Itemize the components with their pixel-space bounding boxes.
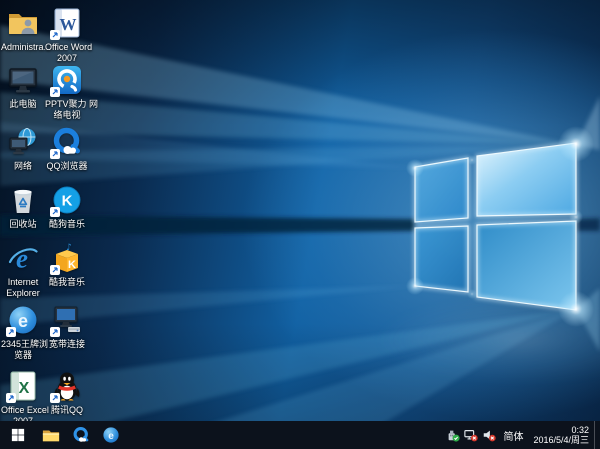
qq-browser-small-icon [72, 426, 90, 444]
input-method-indicator[interactable]: 简体 [503, 428, 523, 443]
desktop-icon-label: 酷我音乐 [45, 277, 89, 288]
desktop-icon-tencent-qq[interactable]: 腾讯QQ [45, 370, 89, 416]
svg-text:e: e [18, 311, 28, 331]
ie-icon: e [7, 242, 39, 274]
clock-date: 2016/5/4/周三 [533, 435, 589, 445]
desktop-icon-network[interactable]: 网络 [1, 126, 45, 172]
desktop-icon-qq-browser[interactable]: QQ浏览器 [45, 126, 89, 172]
desktop-icon-label: 宽带连接 [45, 339, 89, 350]
shortcut-arrow-badge [50, 30, 60, 40]
shortcut-arrow-badge [50, 265, 60, 275]
desktop-icon-area: Administra... W Office Word2007 此电脑PPTV聚力 网… [0, 0, 600, 421]
shortcut-arrow-badge [6, 393, 16, 403]
desktop-icon-label: QQ浏览器 [45, 161, 89, 172]
taskbar-button-qq-browser[interactable] [66, 421, 96, 449]
shortcut-arrow-badge [50, 149, 60, 159]
usb-safe-remove-icon[interactable] [445, 427, 461, 443]
desktop-icon-label: 酷狗音乐 [45, 219, 89, 230]
desktop-icon-label: 此电脑 [1, 99, 45, 110]
svg-text:K: K [68, 259, 76, 271]
taskbar-button-2345-browser[interactable]: e [96, 421, 126, 449]
recycle-bin-icon [7, 184, 39, 216]
desktop-icon-pptv[interactable]: PPTV聚力 网络电视 [45, 64, 89, 121]
desktop-icon-label: 回收站 [1, 219, 45, 230]
svg-text:X: X [19, 380, 30, 397]
desktop-icon-label: PPTV聚力 网络电视 [45, 99, 89, 121]
excel-icon: X [7, 370, 39, 402]
taskbar-buttons: e [0, 421, 126, 449]
desktop-icon-this-pc[interactable]: 此电脑 [1, 64, 45, 110]
shortcut-arrow-badge [50, 207, 60, 217]
desktop-icon-kuwo-music[interactable]: K♪酷我音乐 [45, 242, 89, 288]
volume-muted-icon[interactable] [481, 427, 497, 443]
qq-icon [51, 370, 83, 402]
desktop-icon-label: Office Word2007 [45, 42, 89, 64]
browser-2345-icon: e [7, 304, 39, 336]
kuwo-icon: K♪ [51, 242, 83, 274]
start-icon [11, 428, 25, 442]
network-icon [7, 126, 39, 158]
kugou-icon: K [51, 184, 83, 216]
desktop-icon-label: 2345王牌浏览器 [1, 339, 45, 361]
desktop-icon-broadband[interactable]: 宽带连接 [45, 304, 89, 350]
desktop-icon-label: 腾讯QQ [45, 405, 89, 416]
svg-text:W: W [60, 15, 77, 34]
tray-icon-group [444, 427, 498, 443]
taskbar: e 简体 0:32 2016/5/4/周三 [0, 421, 600, 449]
svg-text:K: K [62, 193, 73, 210]
desktop-icon-label: Administra... [1, 42, 45, 53]
desktop-icon-office-word-2007[interactable]: W Office Word2007 [45, 7, 89, 64]
network-disconnected-icon[interactable] [463, 427, 479, 443]
desktop-icon-office-excel-2007[interactable]: XOffice Excel2007 [1, 370, 45, 427]
word-icon: W [51, 7, 83, 39]
svg-text:e: e [16, 244, 28, 274]
show-desktop-button[interactable] [594, 421, 600, 449]
taskbar-clock[interactable]: 0:32 2016/5/4/周三 [533, 425, 589, 445]
svg-text:e: e [108, 431, 114, 442]
computer-icon [7, 64, 39, 96]
desktop-icon-label: InternetExplorer [1, 277, 45, 299]
desktop-icon-2345-browser[interactable]: e 2345王牌浏览器 [1, 304, 45, 361]
taskbar-button-file-explorer[interactable] [36, 421, 66, 449]
clock-time: 0:32 [533, 425, 589, 435]
windows-desktop-screen: Administra... W Office Word2007 此电脑PPTV聚力 网… [0, 0, 600, 449]
desktop-icon-administrator[interactable]: Administra... [1, 7, 45, 53]
user-folder-icon [7, 7, 39, 39]
pptv-icon [51, 64, 83, 96]
shortcut-arrow-badge [6, 327, 16, 337]
explorer-icon [42, 426, 60, 444]
desktop-icon-kugou-music[interactable]: K 酷狗音乐 [45, 184, 89, 230]
shortcut-arrow-badge [50, 327, 60, 337]
shortcut-arrow-badge [50, 393, 60, 403]
svg-text:♪: ♪ [66, 243, 72, 253]
start-button[interactable] [0, 421, 36, 449]
browser-2345-small-icon: e [102, 426, 120, 444]
desktop-icon-recycle-bin[interactable]: 回收站 [1, 184, 45, 230]
qq-browser-icon [51, 126, 83, 158]
desktop-icon-internet-explorer[interactable]: e InternetExplorer [1, 242, 45, 299]
shortcut-arrow-badge [50, 87, 60, 97]
system-tray: 简体 0:32 2016/5/4/周三 [444, 421, 600, 449]
desktop-icon-label: 网络 [1, 161, 45, 172]
broadband-icon [51, 304, 83, 336]
